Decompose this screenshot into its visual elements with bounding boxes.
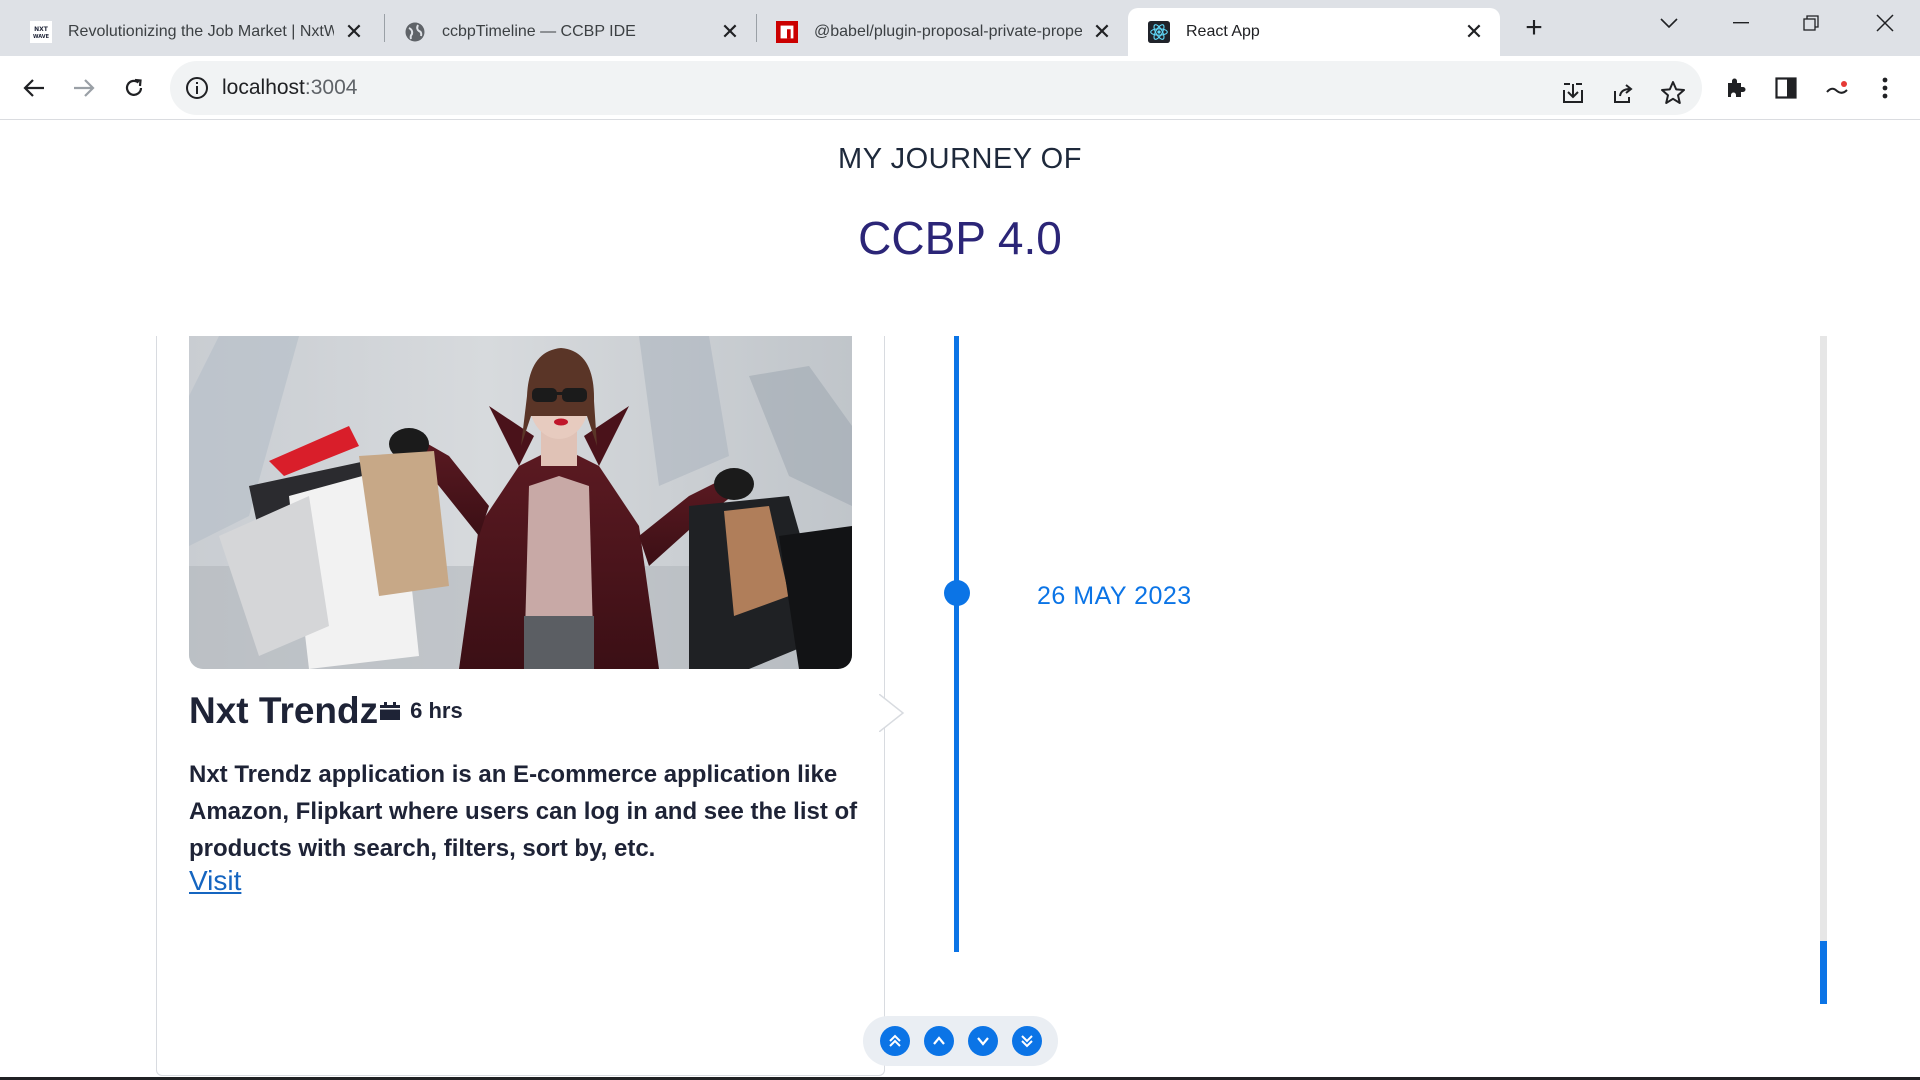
tab-title: Revolutionizing the Job Market | NxtWa — [68, 23, 334, 40]
visit-link[interactable]: Visit — [189, 865, 241, 897]
star-icon — [1661, 81, 1685, 104]
npm-icon — [776, 21, 798, 43]
tab-ccbp-ide[interactable]: ccbpTimeline — CCBP IDE ✕ — [384, 8, 756, 56]
scroll-down-button[interactable] — [967, 1026, 998, 1056]
tab-strip: NXT WAVE Revolutionizing the Job Market |… — [0, 0, 1920, 56]
close-icon[interactable]: ✕ — [718, 19, 742, 44]
react-icon — [1148, 21, 1170, 43]
minimize-icon — [1733, 22, 1749, 24]
card-pointer-arrow — [879, 694, 905, 732]
chevron-down-icon — [1660, 18, 1678, 28]
restore-button[interactable] — [1776, 0, 1846, 46]
scroll-up-button[interactable] — [923, 1026, 954, 1056]
project-duration: 6 hrs — [380, 698, 463, 724]
timeline-line — [954, 336, 959, 952]
page-subtitle: MY JOURNEY OF — [838, 143, 1082, 175]
back-button[interactable] — [15, 69, 53, 107]
calendar-icon — [380, 702, 401, 720]
reload-button[interactable] — [115, 69, 153, 107]
scrollbar-track[interactable] — [1820, 336, 1827, 1004]
address-bar[interactable]: localhost:3004 — [170, 61, 1702, 115]
browser-toolbar: localhost:3004 — [0, 56, 1920, 120]
tab-react-app[interactable]: React App ✕ — [1128, 8, 1500, 56]
page-content: MY JOURNEY OF CCBP 4.0 Nxt Trendz 6 hrs … — [0, 121, 1920, 1077]
extensions-button[interactable] — [1717, 69, 1755, 107]
project-card: Nxt Trendz 6 hrs Nxt Trendz application … — [156, 336, 885, 1076]
share-button[interactable] — [1604, 74, 1642, 112]
page-title: CCBP 4.0 — [858, 212, 1062, 264]
close-icon[interactable]: ✕ — [1090, 19, 1114, 44]
svg-text:WAVE: WAVE — [33, 34, 50, 40]
url-host: localhost — [222, 76, 305, 99]
chevron-up-icon — [932, 1036, 945, 1045]
timeline-date: 26 MAY 2023 — [1037, 582, 1192, 610]
globe-icon — [404, 21, 426, 43]
side-panel-button[interactable] — [1767, 69, 1805, 107]
svg-text:NXT: NXT — [34, 26, 49, 33]
chevron-down-icon — [976, 1037, 989, 1046]
forward-button[interactable] — [65, 69, 103, 107]
nxtwave-logo-icon: NXT WAVE — [30, 21, 52, 43]
project-name: Nxt Trendz — [189, 690, 379, 731]
double-chevron-down-icon — [1020, 1035, 1033, 1048]
arrow-left-icon — [23, 79, 44, 97]
url-port: :3004 — [304, 76, 358, 99]
minimize-button[interactable] — [1706, 0, 1776, 46]
scroll-to-first-button[interactable] — [879, 1026, 910, 1056]
tab-title: ccbpTimeline — CCBP IDE — [442, 23, 636, 40]
tab-nxtwave[interactable]: NXT WAVE Revolutionizing the Job Market |… — [10, 8, 380, 56]
profile-avatar-icon — [1826, 81, 1848, 94]
tab-babel[interactable]: @babel/plugin-proposal-private-prope ✕ — [756, 8, 1128, 56]
menu-button[interactable] — [1866, 69, 1904, 107]
profile-button[interactable] — [1818, 69, 1856, 107]
url-text[interactable]: localhost:3004 — [222, 61, 357, 115]
new-tab-button[interactable]: + — [1516, 10, 1552, 46]
bookmark-button[interactable] — [1654, 74, 1692, 112]
tab-title: React App — [1186, 23, 1260, 40]
close-icon[interactable]: ✕ — [1462, 19, 1486, 44]
close-icon[interactable]: ✕ — [342, 19, 366, 44]
tab-title: @babel/plugin-proposal-private-prope — [814, 23, 1082, 40]
project-description: Nxt Trendz application is an E-commerce … — [189, 761, 858, 862]
project-image — [189, 336, 852, 669]
info-icon[interactable] — [184, 75, 210, 101]
tab-search-button[interactable] — [1634, 0, 1704, 46]
scroll-to-last-button[interactable] — [1011, 1026, 1042, 1056]
install-app-button[interactable] — [1554, 74, 1592, 112]
close-window-button[interactable] — [1850, 0, 1920, 46]
reload-icon — [125, 78, 143, 96]
double-chevron-up-icon — [888, 1034, 901, 1047]
download-icon — [1563, 83, 1583, 103]
timeline-controls — [863, 1016, 1058, 1066]
side-panel-icon — [1775, 77, 1797, 99]
arrow-right-icon — [74, 79, 95, 97]
restore-icon — [1803, 15, 1819, 31]
share-icon — [1614, 84, 1633, 103]
more-vert-icon — [1882, 77, 1888, 99]
puzzle-icon — [1728, 78, 1746, 97]
scrollbar-thumb[interactable] — [1820, 941, 1827, 1004]
timeline-dot — [944, 580, 970, 606]
duration-text: 6 hrs — [410, 698, 463, 723]
project-title-row: Nxt Trendz 6 hrs — [189, 690, 463, 732]
close-icon — [1876, 14, 1894, 32]
